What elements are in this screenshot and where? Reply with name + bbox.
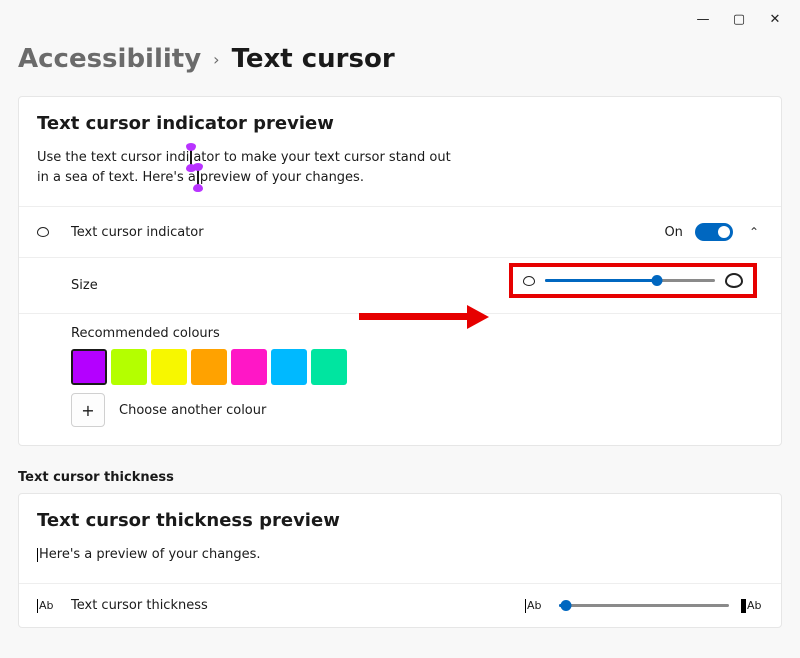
window-controls: — ▢ ✕	[678, 0, 800, 39]
chevron-right-icon: ›	[213, 50, 219, 69]
add-colour-label: Choose another colour	[119, 403, 266, 418]
thickness-preview-body: Here's a preview of your changes.	[37, 545, 763, 565]
minimize-button[interactable]: —	[696, 12, 710, 27]
annotation-highlight-box	[509, 263, 757, 298]
breadcrumb-parent[interactable]: Accessibility	[18, 44, 201, 74]
size-large-icon	[725, 273, 743, 288]
colour-swatch-3[interactable]	[191, 349, 227, 385]
colors-block: Recommended colours + Choose another col…	[19, 313, 781, 445]
breadcrumb: Accessibility › Text cursor	[18, 44, 782, 74]
thickness-card: Text cursor thickness preview Here's a p…	[18, 493, 782, 628]
colour-swatch-row	[71, 349, 763, 385]
indicator-preview-body: Use the text cursor indi ator to make you…	[37, 148, 763, 188]
indicator-preview-title: Text cursor indicator preview	[37, 113, 763, 134]
preview-line2a: in a sea of text. Here's a	[37, 170, 196, 185]
maximize-button[interactable]: ▢	[732, 12, 746, 27]
annotation-arrow	[359, 313, 469, 320]
chevron-up-icon[interactable]: ⌃	[745, 221, 763, 243]
text-cursor-indicator-icon	[197, 169, 199, 186]
colour-swatch-1[interactable]	[111, 349, 147, 385]
thickness-row-label: Text cursor thickness	[71, 598, 513, 613]
page-title: Text cursor	[232, 44, 395, 74]
add-colour-button[interactable]: +	[71, 393, 105, 427]
indicator-toggle-row: Text cursor indicator On ⌃	[19, 206, 781, 257]
text-cursor-indicator-icon	[190, 149, 192, 166]
indicator-row-label: Text cursor indicator	[71, 225, 664, 240]
cursor-indicator-icon	[37, 227, 71, 237]
preview-line2b: preview of your changes.	[200, 170, 364, 185]
recommended-colours-label: Recommended colours	[71, 326, 763, 341]
preview-line1b: ator to make your text cursor stand out	[193, 150, 450, 165]
close-button[interactable]: ✕	[768, 12, 782, 27]
colour-swatch-0[interactable]	[71, 349, 107, 385]
thickness-slider[interactable]	[559, 604, 729, 607]
thickness-preview-title: Text cursor thickness preview	[37, 510, 763, 531]
ab-thin-icon: Ab	[37, 599, 59, 613]
ab-thick-icon: Ab	[741, 599, 763, 613]
colour-swatch-2[interactable]	[151, 349, 187, 385]
thin-cursor-icon	[37, 548, 38, 562]
colour-swatch-6[interactable]	[311, 349, 347, 385]
colour-swatch-4[interactable]	[231, 349, 267, 385]
indicator-preview-card: Text cursor indicator preview Use the te…	[18, 96, 782, 446]
size-small-icon	[523, 276, 535, 286]
thickness-subheader: Text cursor thickness	[18, 470, 782, 485]
indicator-toggle[interactable]	[695, 223, 733, 241]
ab-thin-icon: Ab	[525, 599, 547, 613]
size-slider[interactable]	[545, 279, 715, 282]
toggle-state-label: On	[664, 225, 682, 240]
colour-swatch-5[interactable]	[271, 349, 307, 385]
preview-line1a: Use the text cursor indi	[37, 150, 189, 165]
